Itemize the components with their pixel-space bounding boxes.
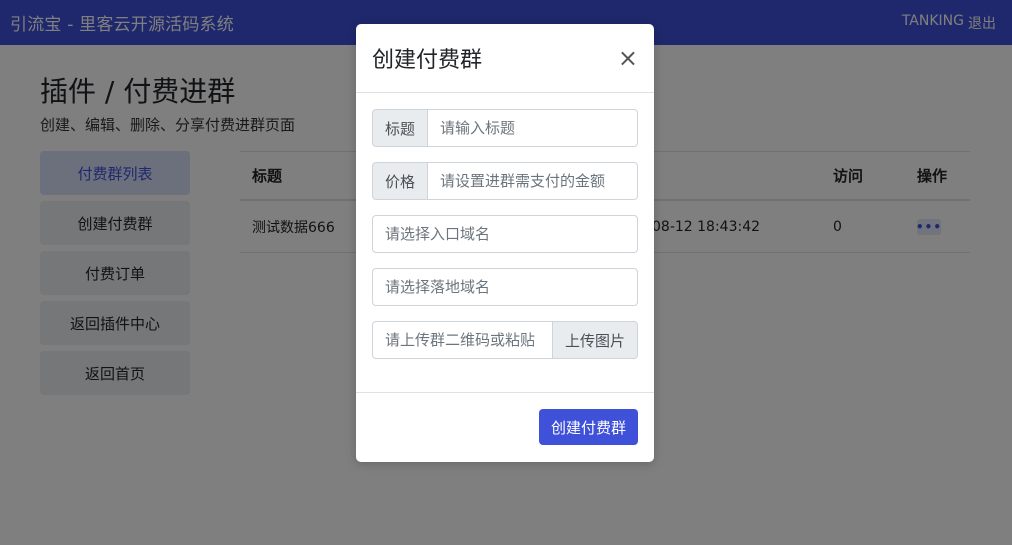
title-field-group: 标题 <box>372 109 638 147</box>
page: 引流宝 - 里客云开源活码系统 TANKING 退出 插件 / 付费进群 创建、… <box>0 0 1012 545</box>
title-label: 标题 <box>372 109 429 147</box>
price-input[interactable] <box>428 162 638 200</box>
landing-domain-select[interactable] <box>372 268 638 306</box>
upload-image-button[interactable]: 上传图片 <box>552 321 638 359</box>
modal-body: 标题 价格 上传图片 <box>356 93 654 393</box>
modal-header: 创建付费群 × <box>356 24 654 93</box>
price-label: 价格 <box>372 162 429 200</box>
landing-domain-field-group <box>372 268 638 306</box>
modal-title: 创建付费群 <box>372 48 483 73</box>
qr-field-group: 上传图片 <box>372 321 638 359</box>
qr-input[interactable] <box>372 321 553 359</box>
entry-domain-field-group <box>372 215 638 253</box>
price-field-group: 价格 <box>372 162 638 200</box>
modal-footer: 创建付费群 <box>356 393 654 461</box>
entry-domain-select[interactable] <box>372 215 638 253</box>
title-input[interactable] <box>428 109 638 147</box>
create-paid-group-button[interactable]: 创建付费群 <box>538 409 638 445</box>
close-icon[interactable]: × <box>618 46 638 70</box>
create-paid-group-modal: 创建付费群 × 标题 价格 上传图片 创建付费 <box>356 24 654 462</box>
